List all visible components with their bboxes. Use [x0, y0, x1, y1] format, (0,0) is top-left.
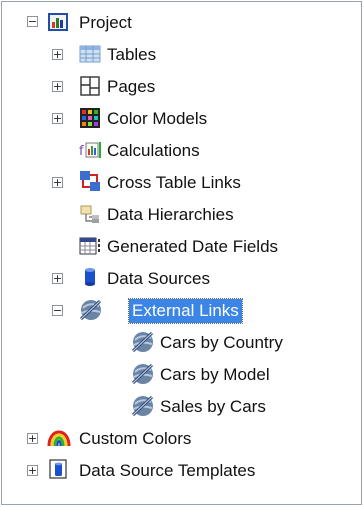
collapse-external-links-icon[interactable]: −: [52, 305, 63, 316]
tree-label-cars-by-country: Cars by Country: [160, 333, 283, 352]
tree-node-external-link-item[interactable]: Sales by Cars: [2, 390, 342, 422]
svg-text:f: f: [79, 144, 84, 159]
date-field-icon: [79, 237, 100, 255]
tree-label-cross-table-links: Cross Table Links: [107, 173, 241, 192]
project-chart-icon: [48, 13, 68, 31]
tree-node-calculations[interactable]: f Calculations: [2, 134, 222, 166]
tree-node-external-link-item[interactable]: Cars by Country: [2, 326, 342, 358]
tree-node-data-hierarchies[interactable]: Data Hierarchies: [2, 198, 262, 230]
expand-custom-colors-icon[interactable]: +: [27, 433, 38, 444]
expand-tables-icon[interactable]: +: [52, 49, 63, 60]
color-palette-icon: [80, 108, 100, 128]
tree-label-external-links: External Links: [128, 298, 243, 324]
tree-label-calculations: Calculations: [107, 141, 200, 160]
project-tree-panel: − Project + Tables + Pages + Color Model…: [1, 1, 362, 505]
project-tree: − Project + Tables + Pages + Color Model…: [2, 2, 361, 504]
tree-label-generated-date-fields: Generated Date Fields: [107, 237, 279, 256]
tree-label-data-sources: Data Sources: [107, 269, 210, 288]
tree-node-pages[interactable]: + Pages: [2, 70, 202, 102]
external-link-globe-icon: [79, 299, 102, 321]
tree-node-data-source-templates[interactable]: + Data Source Templates: [2, 454, 322, 486]
tree-label-sales-by-cars: Sales by Cars: [160, 397, 266, 416]
tree-label-project: Project: [79, 13, 132, 32]
expand-data-source-templates-icon[interactable]: +: [27, 465, 38, 476]
expand-pages-icon[interactable]: +: [52, 81, 63, 92]
tree-label-tables: Tables: [107, 45, 157, 64]
tree-node-custom-colors[interactable]: + Custom Colors: [2, 422, 262, 454]
tree-label-custom-colors: Custom Colors: [79, 429, 192, 448]
tree-label-pages: Pages: [107, 77, 156, 96]
tree-node-cross-table-links[interactable]: + Cross Table Links: [2, 166, 262, 198]
cross-link-icon: [80, 171, 100, 191]
tree-node-color-models[interactable]: + Color Models: [2, 102, 222, 134]
expand-cross-table-links-icon[interactable]: +: [52, 177, 63, 188]
external-link-globe-icon: [131, 395, 154, 417]
calculation-icon: f: [79, 142, 101, 159]
rainbow-icon: [47, 430, 71, 447]
tree-node-data-sources[interactable]: + Data Sources: [2, 262, 262, 294]
tree-node-external-links[interactable]: − External Links: [2, 294, 262, 326]
external-link-globe-icon: [131, 363, 154, 385]
tree-node-project[interactable]: − Project: [2, 6, 202, 38]
expand-color-models-icon[interactable]: +: [52, 113, 63, 124]
tree-node-tables[interactable]: + Tables: [2, 38, 202, 70]
tree-node-external-link-item[interactable]: Cars by Model: [2, 358, 342, 390]
database-icon: [85, 268, 95, 286]
table-grid-icon: [79, 45, 101, 63]
tree-label-cars-by-model: Cars by Model: [160, 365, 270, 384]
external-link-globe-icon: [131, 331, 154, 353]
template-icon: [49, 459, 67, 479]
tree-label-data-source-templates: Data Source Templates: [79, 461, 256, 480]
expand-data-sources-icon[interactable]: +: [52, 273, 63, 284]
hierarchy-icon: [80, 205, 99, 223]
collapse-project-icon[interactable]: −: [27, 16, 38, 27]
tree-label-color-models: Color Models: [107, 109, 208, 128]
page-layout-icon: [80, 76, 100, 96]
tree-label-data-hierarchies: Data Hierarchies: [107, 205, 234, 224]
tree-node-generated-date-fields[interactable]: Generated Date Fields: [2, 230, 292, 262]
